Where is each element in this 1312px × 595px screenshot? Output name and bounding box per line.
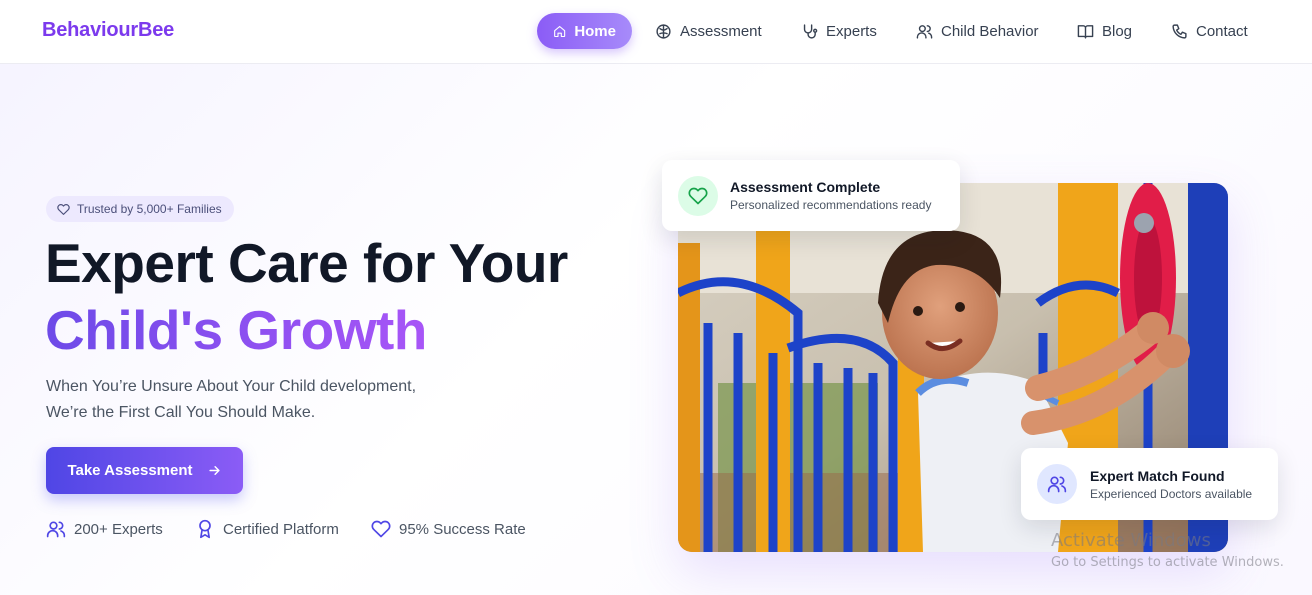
assessment-complete-card: Assessment Complete Personalized recomme… — [662, 160, 960, 231]
hero-subtitle-line2: We’re the First Call You Should Make. — [46, 404, 316, 421]
arrow-right-icon — [208, 466, 220, 475]
stat-success-rate: 95% Success Rate — [371, 518, 526, 540]
stat-certified: Certified Platform — [195, 518, 339, 540]
nav-label: Assessment — [680, 22, 762, 40]
stat-label: 200+ Experts — [74, 520, 163, 538]
hero-title-line1: Expert Care for Your — [45, 232, 568, 294]
book-open-icon — [1077, 24, 1094, 39]
phone-icon — [1172, 23, 1187, 39]
activate-windows-watermark: Activate Windows Go to Settings to activ… — [1051, 530, 1284, 570]
stethoscope-icon — [803, 23, 818, 39]
assessment-card-icon-wrap — [678, 175, 718, 216]
trust-badge-label: Trusted by 5,000+ Families — [77, 202, 222, 216]
hero-subtitle-line1: When You’re Unsure About Your Child deve… — [46, 378, 417, 395]
nav-item-blog[interactable]: Blog — [1077, 13, 1132, 49]
expert-card-title: Expert Match Found — [1090, 467, 1225, 484]
heart-icon — [371, 520, 391, 538]
users-icon — [1047, 476, 1067, 493]
brain-icon — [656, 23, 671, 39]
nav-item-assessment[interactable]: Assessment — [655, 13, 762, 49]
expert-card-desc: Experienced Doctors available — [1090, 486, 1253, 501]
hero-title-line2: Child's Growth — [45, 299, 427, 361]
nav-item-contact[interactable]: Contact — [1171, 13, 1248, 49]
assessment-card-title: Assessment Complete — [730, 179, 881, 195]
watermark-line2: Go to Settings to activate Windows. — [1051, 555, 1284, 570]
users-icon — [46, 521, 66, 538]
heart-icon — [57, 203, 70, 215]
trust-badge: Trusted by 5,000+ Families — [46, 196, 234, 222]
stat-label: Certified Platform — [223, 520, 339, 538]
users-icon — [916, 24, 933, 39]
stat-label: 95% Success Rate — [399, 520, 526, 538]
hero-subtitle: When You’re Unsure About Your Child deve… — [46, 374, 486, 426]
expert-match-card: Expert Match Found Experienced Doctors a… — [1021, 448, 1278, 520]
nav-label: Blog — [1102, 22, 1133, 40]
nav-label: Child Behavior — [941, 22, 1039, 40]
nav-item-home[interactable]: Home — [537, 13, 632, 49]
take-assessment-button[interactable]: Take Assessment — [46, 447, 243, 494]
assessment-card-desc: Personalized recommendations ready — [730, 198, 932, 212]
site-header: BehaviourBee Home Assessment Experts Chi… — [0, 0, 1312, 64]
nav-item-child-behavior[interactable]: Child Behavior — [916, 13, 1039, 49]
cta-label: Take Assessment — [67, 462, 193, 479]
nav-item-experts[interactable]: Experts — [801, 13, 877, 49]
expert-card-icon-wrap — [1037, 464, 1077, 504]
watermark-line1: Activate Windows — [1051, 530, 1211, 551]
heart-icon — [688, 187, 708, 204]
award-icon — [199, 519, 211, 539]
nav-label: Experts — [826, 22, 877, 40]
home-icon — [554, 25, 566, 37]
nav-label: Home — [574, 22, 616, 40]
brand-logo[interactable]: BehaviourBee — [42, 19, 174, 42]
nav-label: Contact — [1196, 22, 1248, 40]
stat-experts: 200+ Experts — [46, 518, 163, 540]
